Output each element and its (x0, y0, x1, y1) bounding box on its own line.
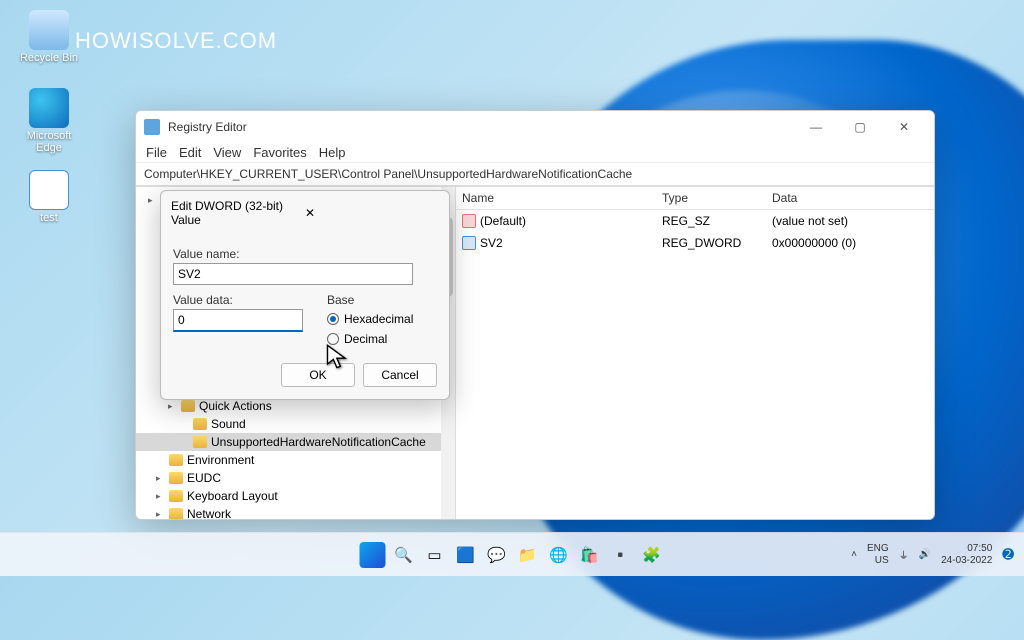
dialog-title: Edit DWORD (32-bit) Value (171, 199, 305, 227)
tree-row-selected[interactable]: UnsupportedHardwareNotificationCache (136, 433, 455, 451)
list-row[interactable]: SV2 REG_DWORD 0x00000000 (0) (456, 232, 934, 254)
value-name-label: Value name: (173, 247, 437, 261)
menu-edit[interactable]: Edit (179, 145, 201, 160)
language-indicator[interactable]: ENG US (867, 543, 889, 567)
radio-hexadecimal[interactable]: Hexadecimal (327, 309, 413, 329)
tree-row[interactable]: ▸EUDC (136, 469, 455, 487)
notification-badge[interactable]: ➋ (1002, 546, 1014, 563)
system-tray[interactable]: ˄ ENG US ⏚ 🔊 07:50 24-03-2022 ➋ (851, 543, 1014, 567)
desktop-icon-test[interactable]: test (14, 170, 84, 224)
folder-icon (193, 418, 207, 430)
chevron-up-icon[interactable]: ˄ (851, 549, 857, 560)
maximize-button[interactable]: ▢ (838, 112, 882, 142)
address-bar[interactable]: Computer\HKEY_CURRENT_USER\Control Panel… (136, 163, 934, 186)
network-icon[interactable]: ⏚ (899, 547, 909, 562)
menu-favorites[interactable]: Favorites (253, 145, 306, 160)
explorer-icon[interactable]: 📁 (515, 542, 541, 568)
value-list[interactable]: Name Type Data (Default) REG_SZ (value n… (456, 187, 934, 519)
taskbar-center: 🔍 ▭ 🟦 💬 📁 🌐 🛍️ ▪️ 🧩 (360, 542, 665, 568)
list-header[interactable]: Name Type Data (456, 187, 934, 210)
edge-taskbar-icon[interactable]: 🌐 (546, 542, 572, 568)
widgets-icon[interactable]: 🟦 (453, 542, 479, 568)
mouse-cursor (324, 343, 352, 371)
col-data[interactable]: Data (766, 187, 876, 209)
search-icon[interactable]: 🔍 (391, 542, 417, 568)
desktop-icon-label: Microsoft Edge (14, 130, 84, 154)
clock[interactable]: 07:50 24-03-2022 (941, 543, 992, 567)
titlebar[interactable]: Registry Editor — ▢ ✕ (136, 111, 934, 143)
tree-row[interactable]: ▸Network (136, 505, 455, 519)
start-button[interactable] (360, 542, 386, 568)
watermark: HOWISOLVE.COM (75, 28, 277, 54)
edge-icon (29, 88, 69, 128)
menu-view[interactable]: View (213, 145, 241, 160)
edit-dword-dialog: Edit DWORD (32-bit) Value ✕ Value name: … (160, 190, 450, 400)
app-icon[interactable]: 🧩 (639, 542, 665, 568)
dialog-close-button[interactable]: ✕ (305, 206, 439, 220)
tree-row[interactable]: Environment (136, 451, 455, 469)
recycle-bin-icon (29, 10, 69, 50)
chat-icon[interactable]: 💬 (484, 542, 510, 568)
volume-icon[interactable]: 🔊 (919, 549, 931, 560)
desktop-icon-recycle-bin[interactable]: Recycle Bin (14, 10, 84, 64)
taskbar[interactable]: 🔍 ▭ 🟦 💬 📁 🌐 🛍️ ▪️ 🧩 ˄ ENG US ⏚ 🔊 07:50 2… (0, 532, 1024, 576)
dword-value-icon (462, 236, 476, 250)
terminal-icon[interactable]: ▪️ (608, 542, 634, 568)
string-value-icon (462, 214, 476, 228)
store-icon[interactable]: 🛍️ (577, 542, 603, 568)
menu-file[interactable]: File (146, 145, 167, 160)
menubar: File Edit View Favorites Help (136, 143, 934, 163)
radio-icon (327, 313, 339, 325)
value-data-label: Value data: (173, 293, 303, 307)
value-data-field[interactable] (173, 309, 303, 332)
folder-icon (169, 508, 183, 519)
task-view-icon[interactable]: ▭ (422, 542, 448, 568)
close-button[interactable]: ✕ (882, 112, 926, 142)
menu-help[interactable]: Help (319, 145, 346, 160)
minimize-button[interactable]: — (794, 112, 838, 142)
tree-row[interactable]: Sound (136, 415, 455, 433)
cancel-button[interactable]: Cancel (363, 363, 437, 387)
folder-icon (193, 436, 207, 448)
tree-row[interactable]: ▸Keyboard Layout (136, 487, 455, 505)
desktop-icon-label: Recycle Bin (14, 52, 84, 64)
window-title: Registry Editor (168, 120, 794, 134)
folder-icon (169, 490, 183, 502)
dialog-titlebar[interactable]: Edit DWORD (32-bit) Value ✕ (161, 191, 449, 235)
col-type[interactable]: Type (656, 187, 766, 209)
value-name-field[interactable] (173, 263, 413, 285)
file-icon (29, 170, 69, 210)
desktop-icon-edge[interactable]: Microsoft Edge (14, 88, 84, 154)
base-label: Base (327, 293, 413, 307)
folder-icon (181, 400, 195, 412)
list-row[interactable]: (Default) REG_SZ (value not set) (456, 210, 934, 232)
folder-icon (169, 472, 183, 484)
desktop-icon-label: test (14, 212, 84, 224)
folder-icon (169, 454, 183, 466)
regedit-icon (144, 119, 160, 135)
col-name[interactable]: Name (456, 187, 656, 209)
